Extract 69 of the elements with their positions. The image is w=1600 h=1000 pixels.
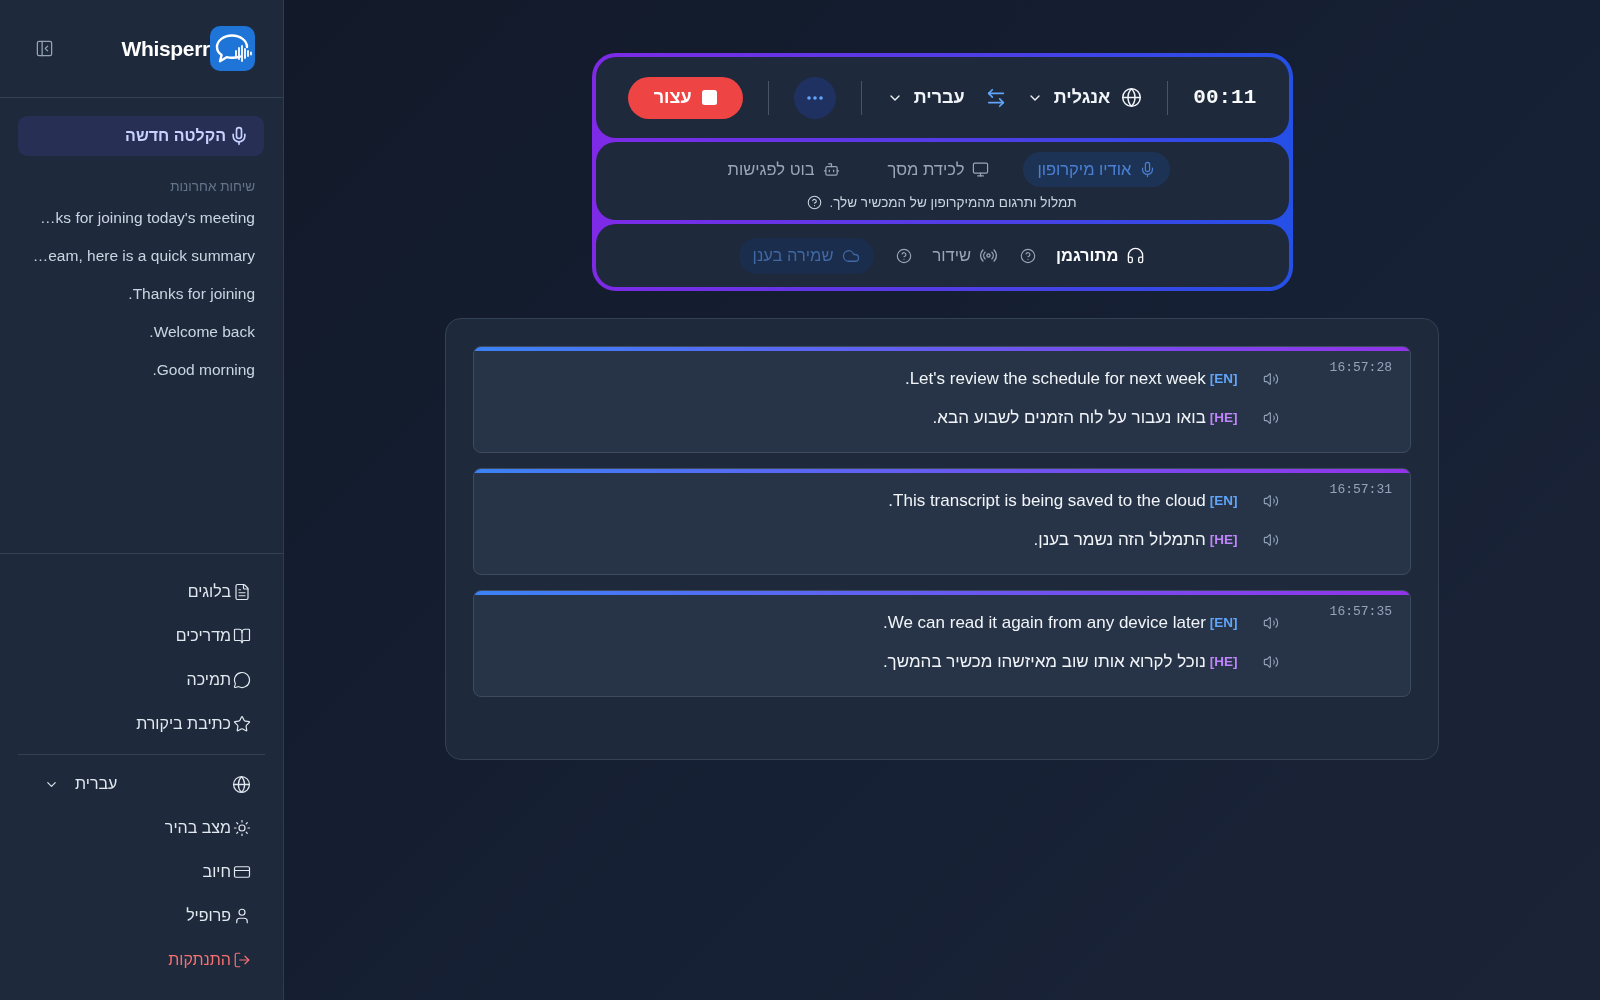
stop-square-icon <box>701 90 717 105</box>
nav-link[interactable]: כתיבת ביקורת <box>0 702 283 746</box>
mode-option[interactable]: שידור <box>932 246 999 265</box>
transcript-text: Let's review the schedule for next week. <box>904 368 1206 389</box>
new-recording-button[interactable]: הקלטה חדשה <box>18 116 264 156</box>
microphone-icon <box>229 126 249 146</box>
broadcast-icon <box>979 246 999 265</box>
app-logo-icon <box>210 26 255 71</box>
user-icon <box>233 907 251 925</box>
speaker-icon[interactable] <box>1262 409 1279 426</box>
sidebar-toggle-icon[interactable] <box>35 39 54 58</box>
app-name: Whisperr <box>121 36 210 61</box>
headphones-icon <box>1126 246 1146 265</box>
nav-link[interactable]: תמיכה <box>0 658 283 702</box>
speaker-icon[interactable] <box>1262 614 1279 631</box>
book-icon <box>233 627 251 645</box>
source-hint: תמלול ותרגום מהמיקרופון של המכשיר שלך. <box>829 195 1077 210</box>
section-heading: שיחות אחרונות <box>169 178 256 196</box>
speaker-icon[interactable] <box>1262 370 1279 387</box>
stop-button[interactable]: עצור <box>627 76 743 119</box>
more-icon <box>806 95 823 100</box>
nav-link[interactable]: בלוגים <box>0 570 283 614</box>
speaker-icon[interactable] <box>1262 492 1279 509</box>
target-language-select[interactable]: עברית <box>886 87 965 108</box>
timestamp: 16:57:35 <box>1329 604 1392 620</box>
globe-icon <box>232 774 251 794</box>
transcript-text: We can read it again from any device later. <box>882 612 1206 633</box>
recent-conversation[interactable]: Welcome back. <box>0 313 283 351</box>
mode-option[interactable]: מתורגמן <box>1056 246 1146 265</box>
recent-conversation[interactable]: Good morning. <box>0 351 283 389</box>
language-tag: [EN] <box>1209 493 1238 508</box>
logout-icon <box>233 951 251 969</box>
speaker-icon[interactable] <box>1262 653 1279 670</box>
chat-bubble-icon <box>233 671 251 689</box>
recent-conversation[interactable]: Thanks for joining. <box>0 275 283 313</box>
logout-link[interactable]: התנתקות <box>0 938 283 982</box>
source-language-select[interactable]: אנגלית <box>1026 87 1143 108</box>
star-icon <box>233 715 251 733</box>
menu-link[interactable]: פרופיל <box>0 894 283 938</box>
help-icon[interactable] <box>1020 247 1037 264</box>
help-icon[interactable] <box>807 195 823 210</box>
robot-icon <box>822 161 840 178</box>
language-tag: [HE] <box>1209 532 1238 547</box>
menu-link[interactable]: חיוב <box>0 850 283 894</box>
transcript-text: בואו נעבור על לוח הזמנים לשבוע הבא. <box>932 407 1206 428</box>
nav-link[interactable]: מדריכים <box>0 614 283 658</box>
recent-conversation[interactable]: eam, here is a quick summary… <box>0 237 283 275</box>
document-icon <box>233 583 251 601</box>
timestamp: 16:57:28 <box>1329 360 1392 376</box>
source-tab[interactable]: לכידת מסך <box>873 152 1004 187</box>
transcript-text: נוכל לקרוא אותו שוב מאיזשהו מכשיר בהמשך. <box>882 651 1206 672</box>
language-tag: [EN] <box>1209 371 1238 386</box>
timestamp: 16:57:31 <box>1329 482 1392 498</box>
language-tag: [EN] <box>1209 615 1238 630</box>
transcript-text: This transcript is being saved to the cloud. <box>888 490 1206 511</box>
transcript-text: התמלול הזה נשמר בענן. <box>1033 529 1206 550</box>
language-tag: [HE] <box>1209 410 1238 425</box>
speaker-icon[interactable] <box>1262 531 1279 548</box>
credit-card-icon <box>233 863 251 881</box>
language-tag: [HE] <box>1209 654 1238 669</box>
globe-icon <box>1121 87 1143 108</box>
menu-link[interactable]: מצב בהיר <box>0 806 283 850</box>
sun-icon <box>233 819 251 837</box>
recent-conversation[interactable]: ks for joining today's meeting… <box>0 199 283 237</box>
recording-timer: 00:11 <box>1193 86 1257 109</box>
language-select[interactable]: עברית <box>0 762 283 806</box>
monitor-icon <box>972 161 990 178</box>
source-tab[interactable]: בוט לפגישות <box>713 152 854 187</box>
help-icon[interactable] <box>896 247 913 264</box>
